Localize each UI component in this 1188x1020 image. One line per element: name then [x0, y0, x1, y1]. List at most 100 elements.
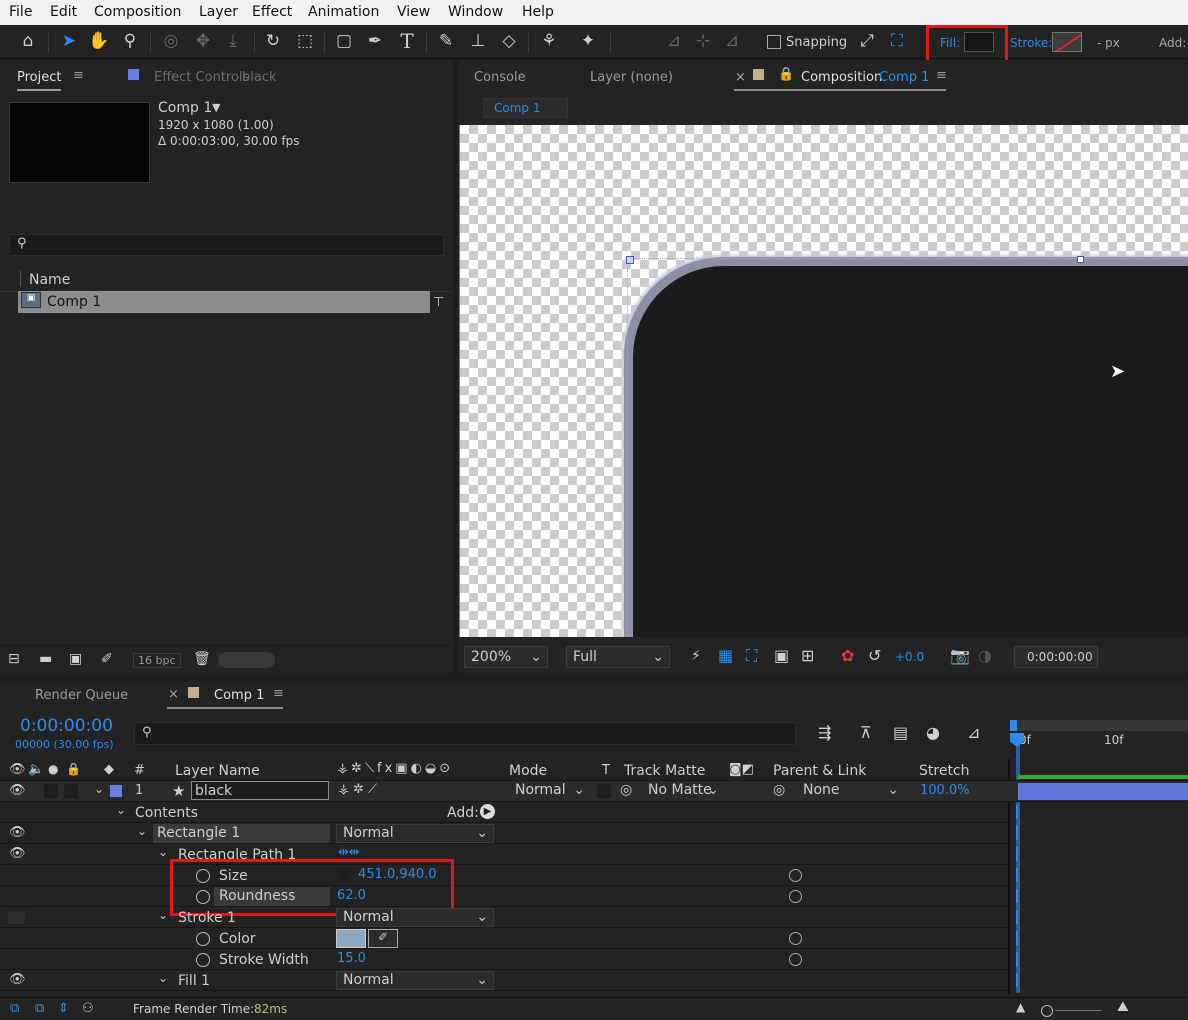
layer-switches[interactable]: ⚶✲⟋: [338, 782, 381, 797]
trash-icon[interactable]: 🗑: [193, 651, 211, 667]
zoom-in-icon[interactable]: ⛰: [1117, 999, 1129, 1015]
home-icon[interactable]: ⌂: [17, 30, 39, 52]
flowchart-icon[interactable]: ⊤: [433, 295, 444, 310]
path-vertex-handle[interactable]: [626, 256, 634, 264]
reset-exposure-icon[interactable]: ↺: [868, 646, 881, 665]
tab-timeline-comp1[interactable]: Comp 1: [214, 688, 264, 703]
viewer-timecode[interactable]: 0:00:00:00: [1014, 646, 1098, 668]
menu-effect[interactable]: Effect: [252, 4, 292, 20]
channel-icon[interactable]: ✿: [841, 646, 854, 665]
panel-menu-icon[interactable]: ≡: [936, 68, 947, 83]
path-vertex-handle[interactable]: [1077, 256, 1084, 263]
work-area-start-handle[interactable]: [1010, 720, 1017, 731]
new-folder-icon[interactable]: ▬: [39, 651, 52, 667]
chevron-down-icon[interactable]: ⌄: [158, 971, 168, 985]
mask-visibility-icon[interactable]: ⛶: [746, 646, 757, 666]
stroke-width-value[interactable]: - px: [1097, 36, 1120, 50]
transfer-controls-toggle-icon[interactable]: ⧉: [35, 1001, 44, 1016]
eye-icon[interactable]: 👁: [9, 825, 26, 840]
frame-blending-icon[interactable]: ▤: [893, 723, 908, 742]
menu-view[interactable]: View: [397, 4, 430, 20]
stopwatch-icon[interactable]: [196, 953, 210, 967]
chevron-down-icon[interactable]: ⌄: [137, 824, 147, 838]
resolution-dropdown[interactable]: Full ⌄: [566, 646, 670, 668]
stretch-value[interactable]: 100.0%: [920, 783, 970, 798]
stroke-color-swatch[interactable]: [336, 929, 366, 948]
interpret-footage-icon[interactable]: ⊟: [8, 651, 20, 667]
timeline-search-input[interactable]: ⚲: [134, 722, 796, 745]
stroke-width-value[interactable]: 15.0: [337, 951, 366, 966]
fast-previews-icon[interactable]: ⚡: [691, 648, 701, 664]
size-property-row[interactable]: Size 451.0,940.0: [0, 865, 1008, 886]
tab-effect-controls[interactable]: Effect Controls: [154, 70, 249, 85]
close-icon[interactable]: ×: [735, 70, 746, 85]
expression-pickwhip-icon[interactable]: [789, 869, 802, 882]
label-tag-icon[interactable]: ◆: [104, 762, 114, 777]
rectangle-path-row[interactable]: 👁 ⌄ Rectangle Path 1 ⇹⇹: [0, 844, 1008, 865]
preserve-transparency-toggle[interactable]: [597, 784, 611, 798]
stroke-blend-dropdown[interactable]: Normal ⌄: [336, 908, 494, 927]
current-time-display[interactable]: 0:00:00:00: [20, 716, 113, 736]
axis-view-icon[interactable]: ⊿: [721, 30, 743, 52]
eye-icon[interactable]: 👁: [9, 783, 26, 798]
tab-composition-link[interactable]: Comp 1: [879, 70, 929, 85]
orbit-camera-icon[interactable]: ◎: [160, 30, 182, 52]
motion-blur-icon[interactable]: ◕: [926, 723, 940, 742]
menu-help[interactable]: Help: [522, 4, 554, 20]
add-button[interactable]: ▶: [480, 804, 495, 819]
rectangle-blend-dropdown[interactable]: Normal ⌄: [336, 824, 494, 843]
eyedropper-icon[interactable]: ✐: [368, 929, 398, 948]
menu-animation[interactable]: Animation: [308, 4, 379, 20]
solo-switch-icon[interactable]: ●: [48, 762, 58, 776]
pickwhip-icon[interactable]: ◎: [773, 782, 785, 798]
column-layer-name[interactable]: Layer Name: [175, 763, 260, 779]
rounded-rectangle-shape[interactable]: [624, 257, 1188, 637]
chevron-down-icon[interactable]: ▼: [212, 101, 220, 114]
zoom-slider-handle[interactable]: [1041, 1005, 1053, 1017]
render-time-toggle-icon[interactable]: ⚇: [82, 1001, 94, 1016]
transparency-grid-icon[interactable]: ▦: [718, 646, 733, 665]
snapshot-icon[interactable]: 📷: [950, 646, 970, 665]
tab-layer[interactable]: Layer (none): [590, 70, 673, 85]
roto-brush-icon[interactable]: ⚘: [538, 30, 560, 52]
lock-icon[interactable]: 🔒: [778, 67, 794, 82]
clone-stamp-icon[interactable]: ⊥: [467, 30, 489, 52]
snapping-checkbox[interactable]: [767, 35, 781, 49]
tab-render-queue[interactable]: Render Queue: [35, 688, 128, 703]
selection-tool-icon[interactable]: ➤: [58, 30, 80, 52]
menu-composition[interactable]: Composition: [94, 4, 181, 20]
track-matte-dropdown[interactable]: No Matte ⌄: [642, 782, 722, 801]
composition-flowchart-icon[interactable]: ⇶: [818, 723, 831, 742]
region-of-interest-icon[interactable]: ▣: [774, 646, 789, 665]
pan-camera-icon[interactable]: ✥: [192, 30, 214, 52]
snap-region-icon[interactable]: ⛶: [886, 30, 908, 52]
pen-tool-icon[interactable]: ✒: [364, 30, 386, 52]
project-item-comp1[interactable]: ▣ Comp 1: [18, 291, 430, 313]
dolly-camera-icon[interactable]: ⤓: [222, 30, 244, 52]
layer-mode-dropdown[interactable]: Normal ⌄: [509, 782, 589, 801]
stroke-swatch[interactable]: [1052, 32, 1082, 52]
composition-canvas[interactable]: ➤: [459, 125, 1188, 637]
audio-switch-icon[interactable]: 🔈: [28, 762, 44, 777]
layer-name-field[interactable]: black: [191, 781, 329, 800]
hand-tool-icon[interactable]: ✋: [88, 30, 110, 52]
comp-name[interactable]: Comp 1: [158, 100, 212, 116]
layer-label-color[interactable]: [110, 785, 122, 797]
eye-icon[interactable]: 👁: [9, 972, 26, 987]
axis-local-icon[interactable]: ⊿: [663, 30, 685, 52]
exposure-value[interactable]: +0.0: [895, 650, 924, 664]
chevron-down-icon[interactable]: ⌄: [116, 803, 126, 817]
adjust-settings-icon[interactable]: ✐: [101, 651, 113, 667]
rectangle-group-label[interactable]: Rectangle 1: [153, 824, 330, 843]
video-switch-icon[interactable]: 👁: [9, 762, 26, 777]
puppet-pin-icon[interactable]: ✦: [577, 30, 599, 52]
zoom-slider-track[interactable]: [1055, 1010, 1101, 1011]
anchor-tool-icon[interactable]: ⬚: [294, 30, 316, 52]
show-snapshot-icon[interactable]: ◑: [978, 646, 992, 665]
rectangle-tool-icon[interactable]: ▢: [333, 30, 355, 52]
rotate-tool-icon[interactable]: ↻: [262, 30, 284, 52]
stopwatch-icon[interactable]: [196, 932, 210, 946]
project-search-input[interactable]: ⚲: [9, 234, 444, 256]
draft-3d-icon[interactable]: ⊼: [860, 723, 872, 742]
path-direction-icon[interactable]: ⇹⇹: [338, 845, 360, 860]
